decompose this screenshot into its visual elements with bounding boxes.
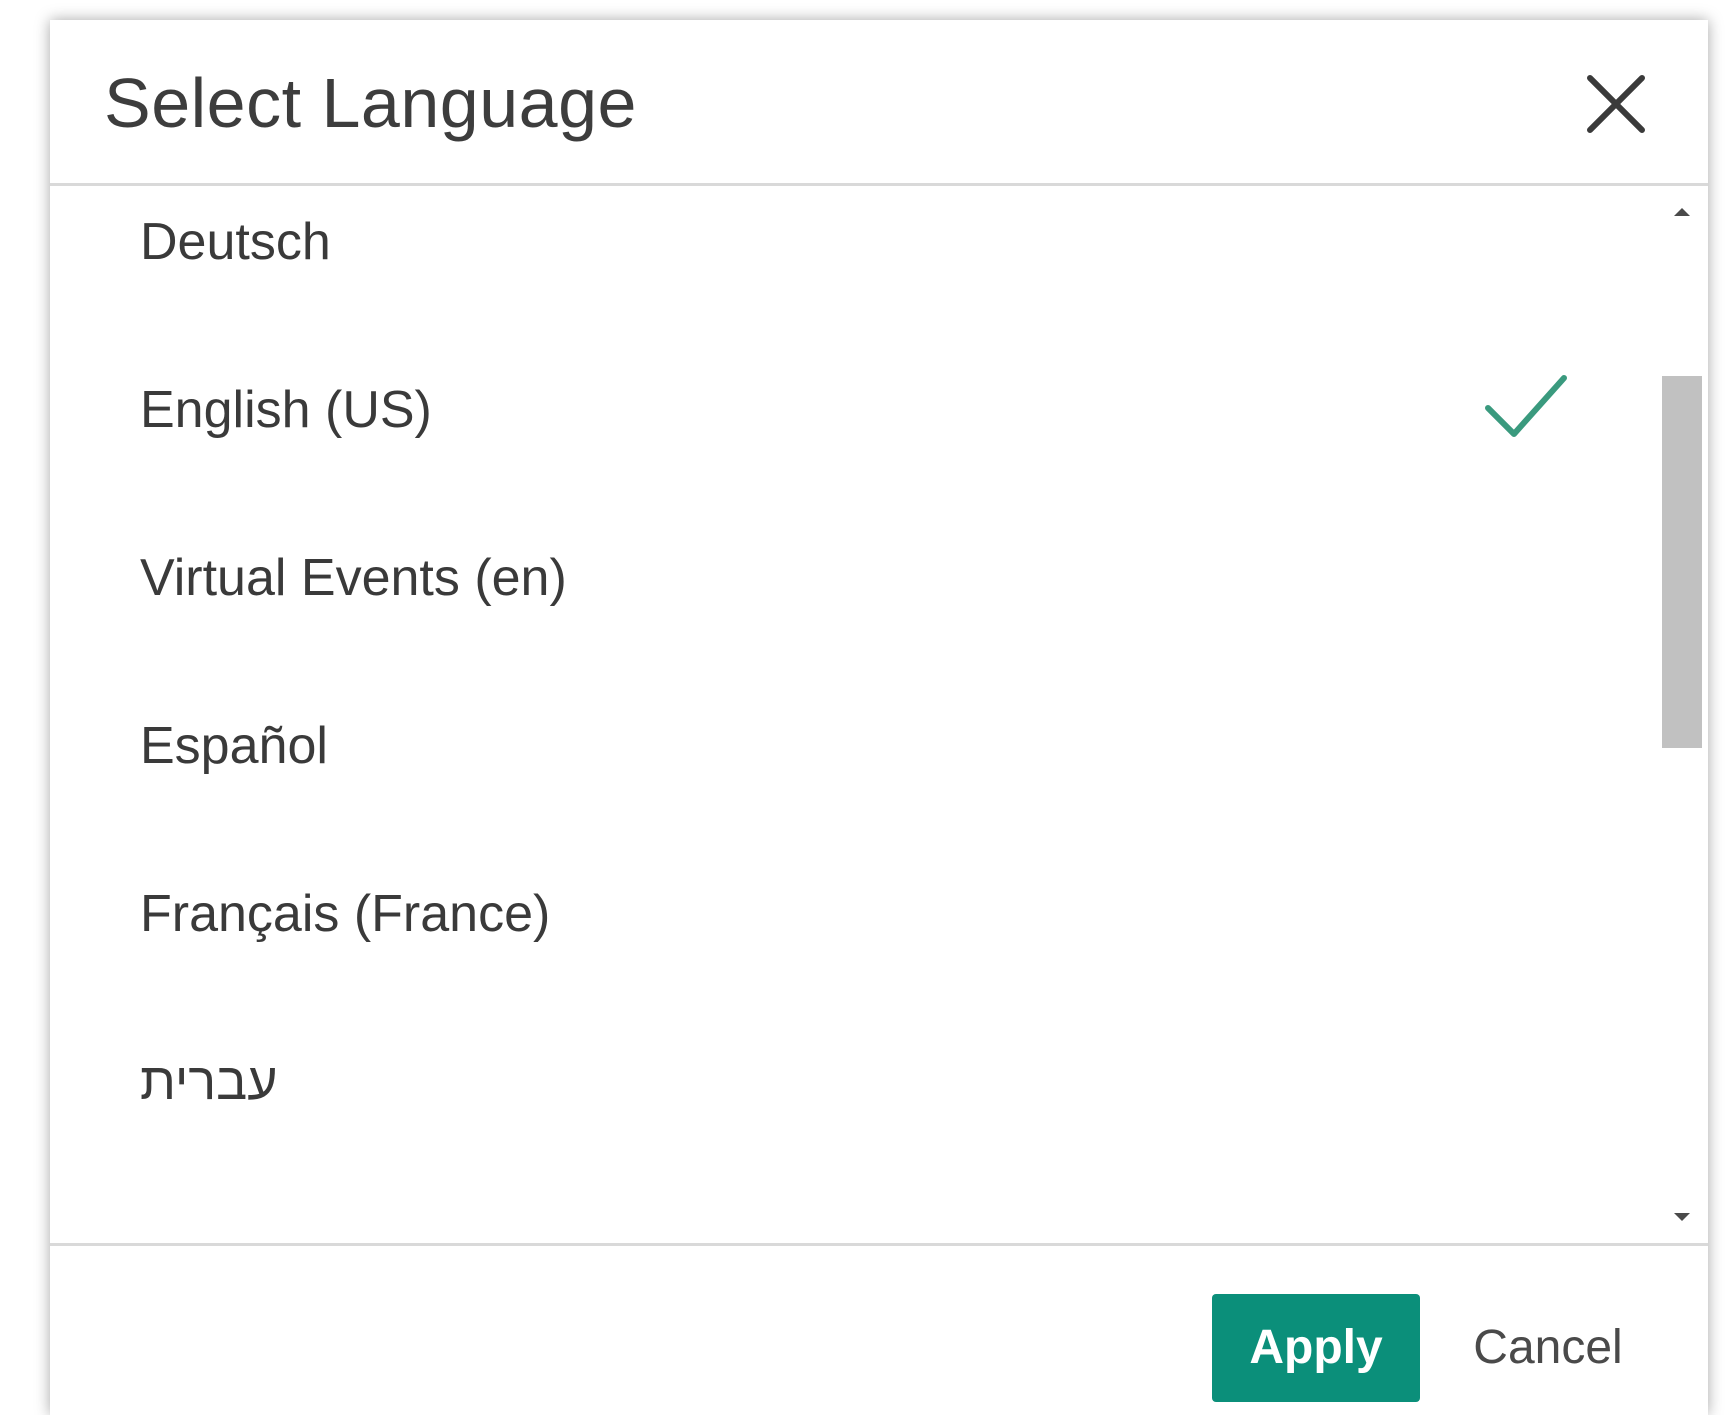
language-label: Deutsch bbox=[140, 213, 331, 271]
language-label: Français (France) bbox=[140, 885, 551, 943]
language-label: עברית bbox=[140, 1053, 278, 1111]
close-icon bbox=[1587, 75, 1645, 133]
language-item-english-us[interactable]: English (US) bbox=[140, 350, 1620, 470]
language-item-espanol[interactable]: Español bbox=[140, 686, 1620, 806]
language-item-hebrew[interactable]: עברית bbox=[140, 1022, 1620, 1142]
dialog-header: Select Language bbox=[50, 20, 1708, 186]
checkmark-icon bbox=[1485, 375, 1567, 437]
dialog-title: Select Language bbox=[104, 64, 637, 142]
language-list: Deutsch English (US) Virtual Events (en)… bbox=[50, 186, 1708, 1243]
language-label: Virtual Events (en) bbox=[140, 549, 567, 607]
language-item-virtual-events[interactable]: Virtual Events (en) bbox=[140, 518, 1620, 638]
scroll-down-arrow-icon bbox=[1674, 1213, 1690, 1221]
scroll-up-button[interactable] bbox=[1656, 186, 1708, 236]
scroll-up-arrow-icon bbox=[1674, 208, 1690, 216]
language-list-scrollbar[interactable] bbox=[1656, 186, 1708, 1243]
language-item-francais[interactable]: Français (France) bbox=[140, 854, 1620, 974]
cancel-button[interactable]: Cancel bbox=[1468, 1294, 1628, 1402]
language-label: English (US) bbox=[140, 381, 432, 439]
close-button[interactable] bbox=[1578, 66, 1654, 142]
language-label: Español bbox=[140, 717, 328, 775]
scroll-down-button[interactable] bbox=[1656, 1193, 1708, 1243]
language-item-deutsch[interactable]: Deutsch bbox=[140, 186, 1620, 302]
apply-button[interactable]: Apply bbox=[1212, 1294, 1420, 1402]
dialog-footer: Apply Cancel bbox=[50, 1243, 1708, 1415]
scroll-thumb[interactable] bbox=[1662, 376, 1702, 748]
select-language-dialog: Select Language Deutsch English (US) Vir… bbox=[50, 20, 1708, 1415]
